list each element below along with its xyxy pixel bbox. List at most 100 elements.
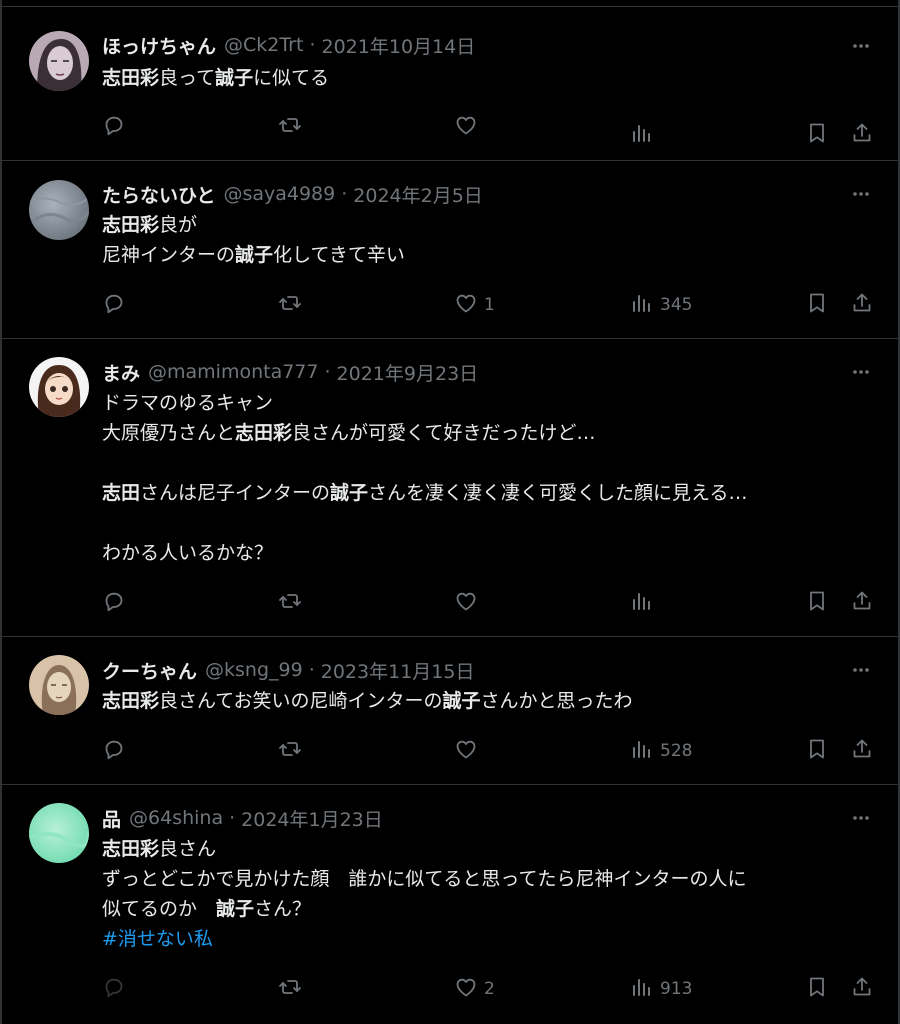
bookmark-button[interactable]	[805, 588, 829, 618]
like-button[interactable]	[454, 112, 484, 142]
highlighted-text: 志田彩	[235, 422, 293, 444]
bookmark-button[interactable]	[805, 736, 829, 766]
avatar[interactable]	[29, 180, 89, 240]
highlighted-text: 志田彩	[102, 838, 160, 860]
like-icon	[454, 737, 478, 766]
reply-button[interactable]	[102, 112, 126, 142]
share-button[interactable]	[850, 120, 874, 150]
timestamp[interactable]: 2021年10月14日	[322, 32, 476, 59]
tweet[interactable]: ほっけちゃん @Ck2Trt · 2021年10月14日 志田彩良って誠子に似て…	[2, 7, 898, 161]
username[interactable]: @64shina	[129, 807, 223, 829]
share-button[interactable]	[850, 588, 874, 618]
separator: ·	[324, 361, 331, 383]
like-button[interactable]: 2	[454, 974, 495, 1004]
tweet[interactable]: クーちゃん @ksng_99 · 2023年11月15日 志田彩良さんてお笑いの…	[2, 636, 898, 785]
highlighted-text: 誠子	[330, 482, 369, 504]
avatar[interactable]	[29, 803, 89, 863]
text-segment: 良さんが可愛くて好きだったけど…	[292, 422, 596, 444]
highlighted-text: 誠子	[216, 898, 255, 920]
more-icon[interactable]	[850, 807, 872, 829]
timestamp[interactable]: 2021年9月23日	[337, 359, 479, 386]
text-segment: 良って	[159, 67, 216, 89]
retweet-button[interactable]	[278, 588, 302, 618]
text-segment: に似てる	[253, 67, 330, 89]
display-name[interactable]: 品	[102, 805, 121, 832]
text-segment: さんを凄く凄く凄く可愛くした顔に見える…	[368, 482, 748, 504]
retweet-button[interactable]	[278, 736, 302, 766]
reply-button[interactable]	[102, 974, 126, 1004]
like-button[interactable]	[454, 588, 484, 618]
reply-button[interactable]	[102, 588, 126, 618]
text-segment: ずっとどこかで見かけた顔 誰かに似てると思ってたら尼神インターの人に	[102, 868, 747, 890]
views-icon	[630, 737, 654, 766]
bookmark-button[interactable]	[805, 290, 829, 320]
reply-icon	[102, 975, 126, 1004]
display-name[interactable]: ほっけちゃん	[102, 32, 216, 59]
retweet-button[interactable]	[278, 112, 302, 142]
views-icon	[630, 975, 654, 1004]
tweet-text-line: 志田彩良さん	[102, 834, 868, 864]
tweet-header: たらないひと @saya4989 · 2024年2月5日	[102, 179, 838, 209]
views-button[interactable]: 528	[630, 736, 692, 766]
reply-button[interactable]	[102, 290, 126, 320]
tweet-header: ほっけちゃん @Ck2Trt · 2021年10月14日	[102, 30, 838, 60]
username[interactable]: @mamimonta777	[148, 361, 318, 383]
views-icon	[630, 291, 654, 320]
reply-icon	[102, 113, 126, 142]
views-button[interactable]: 913	[630, 974, 692, 1004]
bookmark-button[interactable]	[805, 974, 829, 1004]
avatar[interactable]	[29, 357, 89, 417]
avatar[interactable]	[29, 31, 89, 91]
tweet[interactable]: たらないひと @saya4989 · 2024年2月5日 志田彩良が 尼神インター…	[2, 160, 898, 339]
display-name[interactable]: クーちゃん	[102, 657, 197, 684]
username[interactable]: @ksng_99	[205, 659, 303, 681]
hashtag-link[interactable]: #消せない私	[102, 928, 213, 950]
tweet[interactable]: 品 @64shina · 2024年1月23日 志田彩良さんずっとどこかで見かけ…	[2, 784, 898, 1024]
timestamp[interactable]: 2023年11月15日	[321, 657, 475, 684]
username[interactable]: @saya4989	[223, 183, 335, 205]
views-button[interactable]	[630, 120, 660, 150]
share-button[interactable]	[850, 290, 874, 320]
retweet-icon	[278, 589, 302, 618]
retweet-icon	[278, 737, 302, 766]
more-icon[interactable]	[850, 35, 872, 57]
like-icon	[454, 589, 478, 618]
share-button[interactable]	[850, 974, 874, 1004]
share-icon	[850, 737, 874, 766]
more-icon[interactable]	[850, 183, 872, 205]
highlighted-text: 志田彩	[102, 690, 160, 712]
more-icon[interactable]	[850, 659, 872, 681]
share-button[interactable]	[850, 736, 874, 766]
reply-button[interactable]	[102, 736, 126, 766]
timestamp[interactable]: 2024年1月23日	[241, 805, 383, 832]
avatar[interactable]	[29, 655, 89, 715]
like-button[interactable]: 1	[454, 290, 495, 320]
text-segment: わかる人いるかな？	[102, 542, 274, 564]
views-button[interactable]: 345	[630, 290, 692, 320]
retweet-button[interactable]	[278, 974, 302, 1004]
retweet-button[interactable]	[278, 290, 302, 320]
separator: ·	[229, 807, 236, 829]
more-icon[interactable]	[850, 361, 872, 383]
tweet-header: 品 @64shina · 2024年1月23日	[102, 803, 838, 833]
like-count: 1	[484, 295, 495, 315]
highlighted-text: 誠子	[235, 244, 274, 266]
text-segment: ドラマのゆるキャン	[102, 392, 274, 414]
reply-icon	[102, 291, 126, 320]
timestamp[interactable]: 2024年2月5日	[353, 181, 483, 208]
display-name[interactable]: たらないひと	[102, 181, 215, 208]
retweet-icon	[278, 975, 302, 1004]
username[interactable]: @Ck2Trt	[224, 34, 303, 56]
display-name[interactable]: まみ	[102, 359, 140, 386]
tweet-text-line: 似てるのか 誠子さん？	[102, 894, 868, 924]
tweet-header: まみ @mamimonta777 · 2021年9月23日	[102, 357, 838, 387]
text-segment: 良が	[159, 214, 198, 236]
tweet-text: 志田彩良さんずっとどこかで見かけた顔 誰かに似てると思ってたら尼神インターの人に…	[102, 834, 868, 954]
retweet-icon	[278, 113, 302, 142]
tweet-text-line: わかる人いるかな？	[102, 538, 868, 568]
views-button[interactable]	[630, 588, 660, 618]
like-button[interactable]	[454, 736, 484, 766]
text-segment: さんは尼子インターの	[140, 482, 331, 504]
bookmark-button[interactable]	[805, 120, 829, 150]
tweet[interactable]: まみ @mamimonta777 · 2021年9月23日 ドラマのゆるキャン大…	[2, 338, 898, 637]
